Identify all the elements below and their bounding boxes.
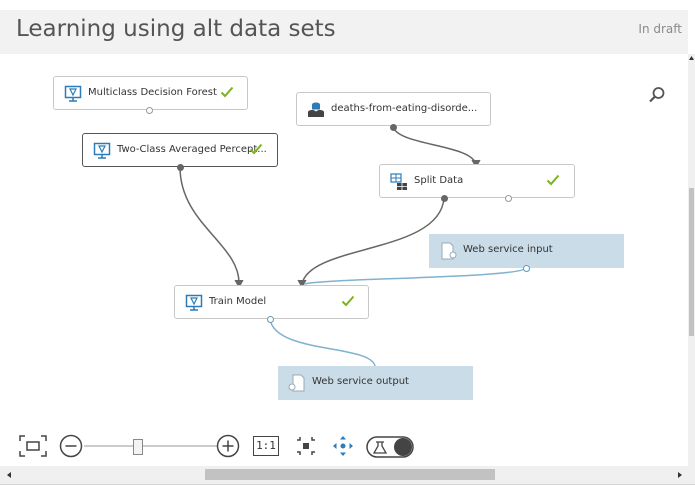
draft-status: In draft: [638, 22, 682, 36]
actual-size-button[interactable]: 1:1: [253, 436, 279, 456]
wire-perceptron-to-train: [179, 166, 240, 285]
node-multiclass-decision-forest[interactable]: Multiclass Decision Forest: [53, 76, 248, 110]
node-deaths-dataset[interactable]: deaths-from-eating-disorde...: [296, 92, 491, 126]
run-history-toggle[interactable]: [366, 435, 416, 459]
zoom-slider-thumb[interactable]: [133, 439, 143, 455]
horizontal-scrollbar[interactable]: [0, 466, 695, 484]
window-bottom-edge: [0, 484, 695, 494]
fit-to-screen-icon[interactable]: [18, 434, 48, 458]
node-label: Train Model: [209, 296, 267, 307]
web-service-icon: [441, 242, 457, 260]
node-label: Two-Class Averaged Percept...: [117, 144, 267, 155]
node-label: Web service output: [312, 376, 409, 387]
node-two-class-averaged-perceptron[interactable]: Two-Class Averaged Percept...: [82, 133, 278, 167]
model-icon: [93, 142, 111, 159]
experiment-canvas[interactable]: Multiclass Decision Forest Two-Class Ave…: [0, 54, 688, 466]
scroll-up-arrow-icon[interactable]: [688, 54, 695, 62]
check-icon: [341, 295, 355, 307]
wire-split-to-train: [301, 197, 445, 285]
wire-train-to-ws-output: [269, 318, 376, 367]
output-port[interactable]: [267, 316, 274, 323]
node-label: Multiclass Decision Forest: [88, 87, 217, 98]
wire-dataset-to-split: [392, 126, 477, 165]
zoom-out-icon[interactable]: [59, 434, 85, 458]
output-port[interactable]: [523, 265, 530, 272]
scroll-left-arrow-icon[interactable]: [6, 470, 12, 480]
center-view-icon[interactable]: [294, 434, 318, 458]
web-service-icon: [288, 374, 305, 392]
zoom-in-icon[interactable]: [216, 434, 242, 458]
dataset-icon: [308, 102, 324, 117]
check-icon: [546, 174, 560, 186]
node-label: Split Data: [414, 175, 464, 186]
model-icon: [185, 294, 203, 311]
zoom-slider[interactable]: [84, 434, 218, 458]
check-icon: [249, 143, 263, 155]
wire-ws-input-to-train: [303, 267, 527, 285]
model-icon: [64, 85, 82, 102]
split-data-icon: [390, 173, 407, 190]
node-split-data[interactable]: Split Data: [379, 164, 575, 198]
node-web-service-output[interactable]: Web service output: [278, 366, 473, 400]
pan-icon[interactable]: [331, 434, 355, 458]
vertical-scrollbar[interactable]: [688, 54, 695, 466]
check-icon: [220, 86, 234, 98]
scroll-right-arrow-icon[interactable]: [677, 470, 683, 480]
node-label: Web service input: [463, 244, 553, 255]
output-port[interactable]: [177, 164, 184, 171]
vertical-scroll-thumb[interactable]: [689, 188, 694, 336]
node-web-service-input[interactable]: Web service input: [429, 234, 624, 268]
horizontal-scroll-thumb[interactable]: [205, 469, 495, 480]
node-train-model[interactable]: Train Model: [174, 285, 369, 319]
output-port-right[interactable]: [505, 195, 512, 202]
window-top-edge: [0, 0, 695, 10]
experiment-header: Learning using alt data sets In draft: [0, 10, 688, 54]
output-port[interactable]: [146, 107, 153, 114]
search-icon[interactable]: [648, 86, 666, 104]
experiment-title[interactable]: Learning using alt data sets: [16, 16, 336, 42]
output-port-left[interactable]: [441, 195, 448, 202]
output-port[interactable]: [390, 124, 397, 131]
node-label: deaths-from-eating-disorde...: [331, 103, 478, 114]
